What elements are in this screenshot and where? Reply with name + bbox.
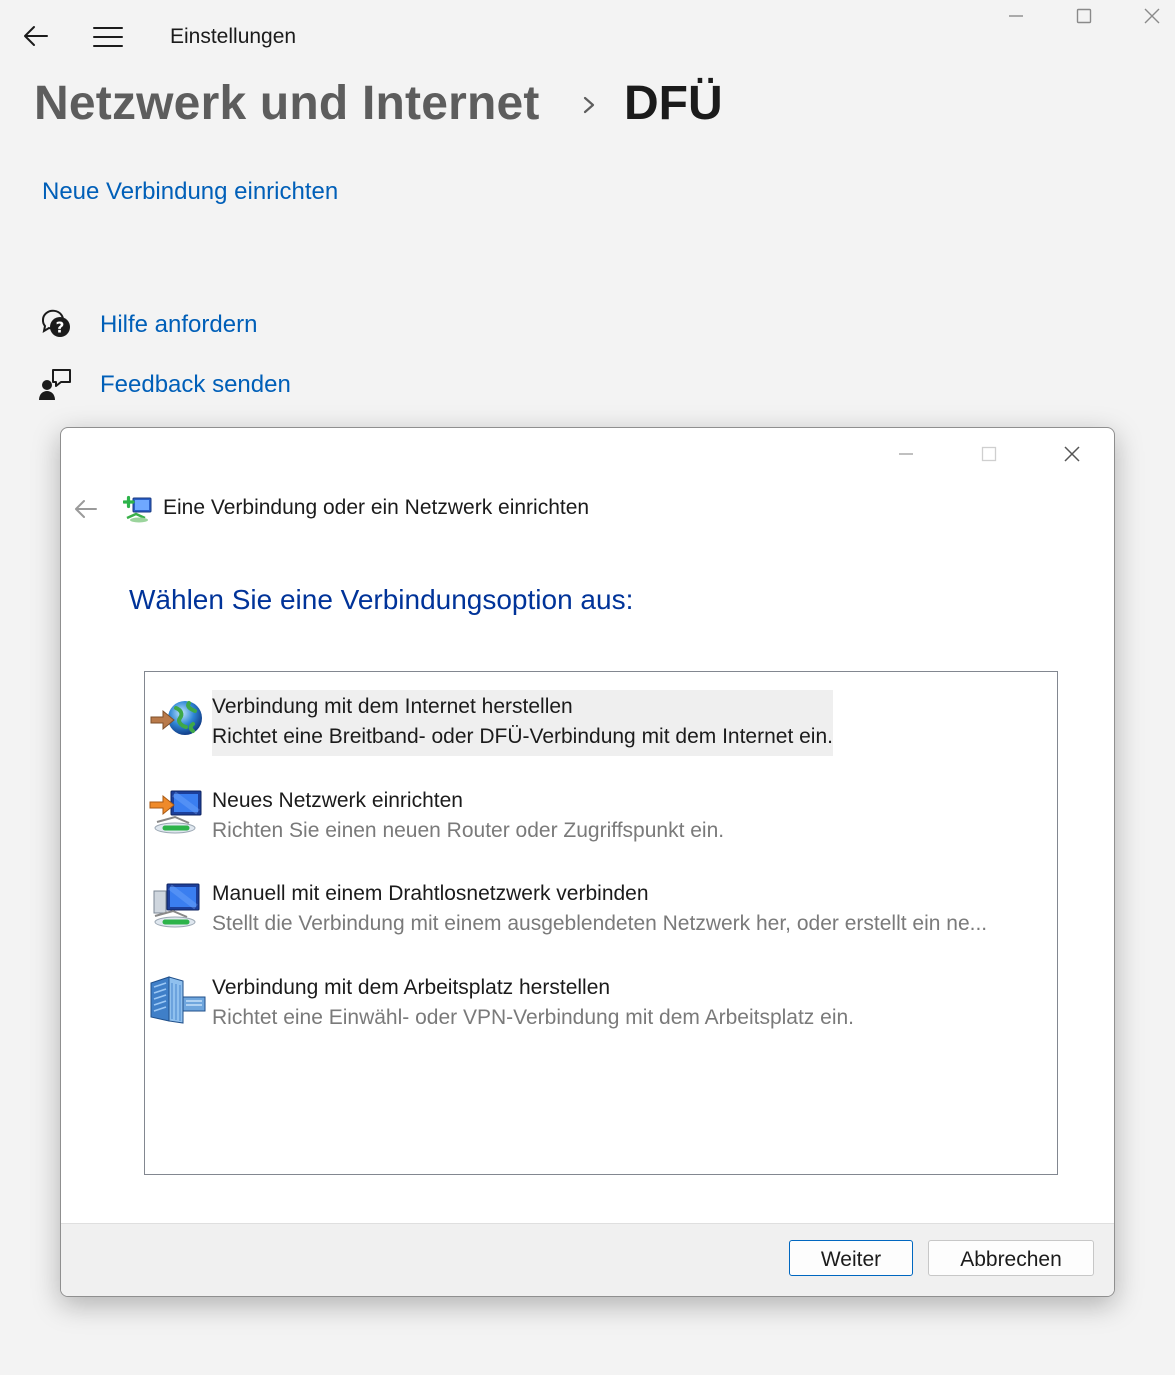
next-button[interactable]: Weiter bbox=[789, 1240, 913, 1276]
dialog-close-button[interactable] bbox=[1059, 442, 1085, 466]
option-description: Richtet eine Einwähl- oder VPN-Verbindun… bbox=[212, 1006, 854, 1029]
option-workplace[interactable]: Verbindung mit dem Arbeitsplatz herstell… bbox=[149, 971, 1049, 1033]
hamburger-icon bbox=[93, 27, 123, 47]
minimize-button[interactable] bbox=[1003, 4, 1029, 28]
dialog-title: Eine Verbindung oder ein Netzwerk einric… bbox=[163, 496, 590, 519]
close-button[interactable] bbox=[1139, 4, 1165, 28]
option-wireless-manual[interactable]: Manuell mit einem Drahtlosnetzwerk verbi… bbox=[149, 877, 1049, 939]
option-title: Neues Netzwerk einrichten bbox=[212, 789, 463, 812]
dialog-footer: Weiter Abbrechen bbox=[61, 1223, 1114, 1296]
wireless-network-icon bbox=[149, 881, 207, 931]
svg-text:?: ? bbox=[56, 319, 65, 337]
option-description: Richten Sie einen neuen Router oder Zugr… bbox=[212, 819, 725, 842]
dialog-back-button[interactable] bbox=[73, 498, 99, 520]
chevron-right-icon bbox=[578, 90, 600, 120]
close-icon bbox=[1064, 446, 1080, 462]
option-text: Verbindung mit dem Arbeitsplatz herstell… bbox=[212, 971, 854, 1037]
feedback-link[interactable]: Feedback senden bbox=[100, 371, 291, 399]
breadcrumb-parent[interactable]: Netzwerk und Internet bbox=[34, 76, 540, 131]
option-description: Stellt die Verbindung mit einem ausgeble… bbox=[212, 912, 988, 935]
option-title: Verbindung mit dem Internet herstellen bbox=[212, 695, 573, 718]
minimize-icon bbox=[899, 453, 913, 455]
network-setup-icon bbox=[149, 788, 207, 838]
globe-arrow-icon bbox=[149, 694, 207, 744]
maximize-icon bbox=[981, 446, 997, 462]
dialog-minimize-button[interactable] bbox=[893, 442, 919, 466]
option-internet-connection[interactable]: Verbindung mit dem Internet herstellen R… bbox=[149, 690, 1049, 756]
cancel-button[interactable]: Abbrechen bbox=[928, 1240, 1094, 1276]
workplace-building-icon bbox=[149, 975, 207, 1025]
help-icon: ? bbox=[38, 306, 72, 340]
connection-setup-dialog: Eine Verbindung oder ein Netzwerk einric… bbox=[60, 427, 1115, 1297]
help-link[interactable]: Hilfe anfordern bbox=[100, 311, 257, 339]
option-text: Verbindung mit dem Internet herstellen R… bbox=[212, 690, 833, 756]
option-title: Manuell mit einem Drahtlosnetzwerk verbi… bbox=[212, 882, 649, 905]
dialog-maximize-button bbox=[976, 442, 1002, 466]
page-title: DFÜ bbox=[624, 77, 723, 130]
arrow-left-icon bbox=[24, 26, 48, 46]
option-new-network[interactable]: Neues Netzwerk einrichten Richten Sie ei… bbox=[149, 784, 1049, 846]
close-icon bbox=[1144, 8, 1160, 24]
feedback-icon bbox=[38, 367, 72, 401]
option-title: Verbindung mit dem Arbeitsplatz herstell… bbox=[212, 976, 611, 999]
menu-button[interactable] bbox=[93, 26, 123, 48]
dialog-heading: Wählen Sie eine Verbindungsoption aus: bbox=[129, 584, 634, 615]
back-button[interactable] bbox=[22, 24, 50, 48]
maximize-icon bbox=[1076, 8, 1092, 24]
option-description: Richtet eine Breitband- oder DFÜ-Verbind… bbox=[212, 725, 833, 748]
option-text: Manuell mit einem Drahtlosnetzwerk verbi… bbox=[212, 877, 987, 943]
app-title: Einstellungen bbox=[170, 25, 297, 48]
arrow-left-icon bbox=[75, 500, 97, 518]
connection-option-list: Verbindung mit dem Internet herstellen R… bbox=[144, 671, 1058, 1175]
minimize-icon bbox=[1009, 15, 1023, 17]
network-setup-icon bbox=[122, 494, 155, 524]
option-text: Neues Netzwerk einrichten Richten Sie ei… bbox=[212, 784, 724, 850]
new-connection-link[interactable]: Neue Verbindung einrichten bbox=[42, 178, 338, 206]
maximize-button[interactable] bbox=[1071, 4, 1097, 28]
